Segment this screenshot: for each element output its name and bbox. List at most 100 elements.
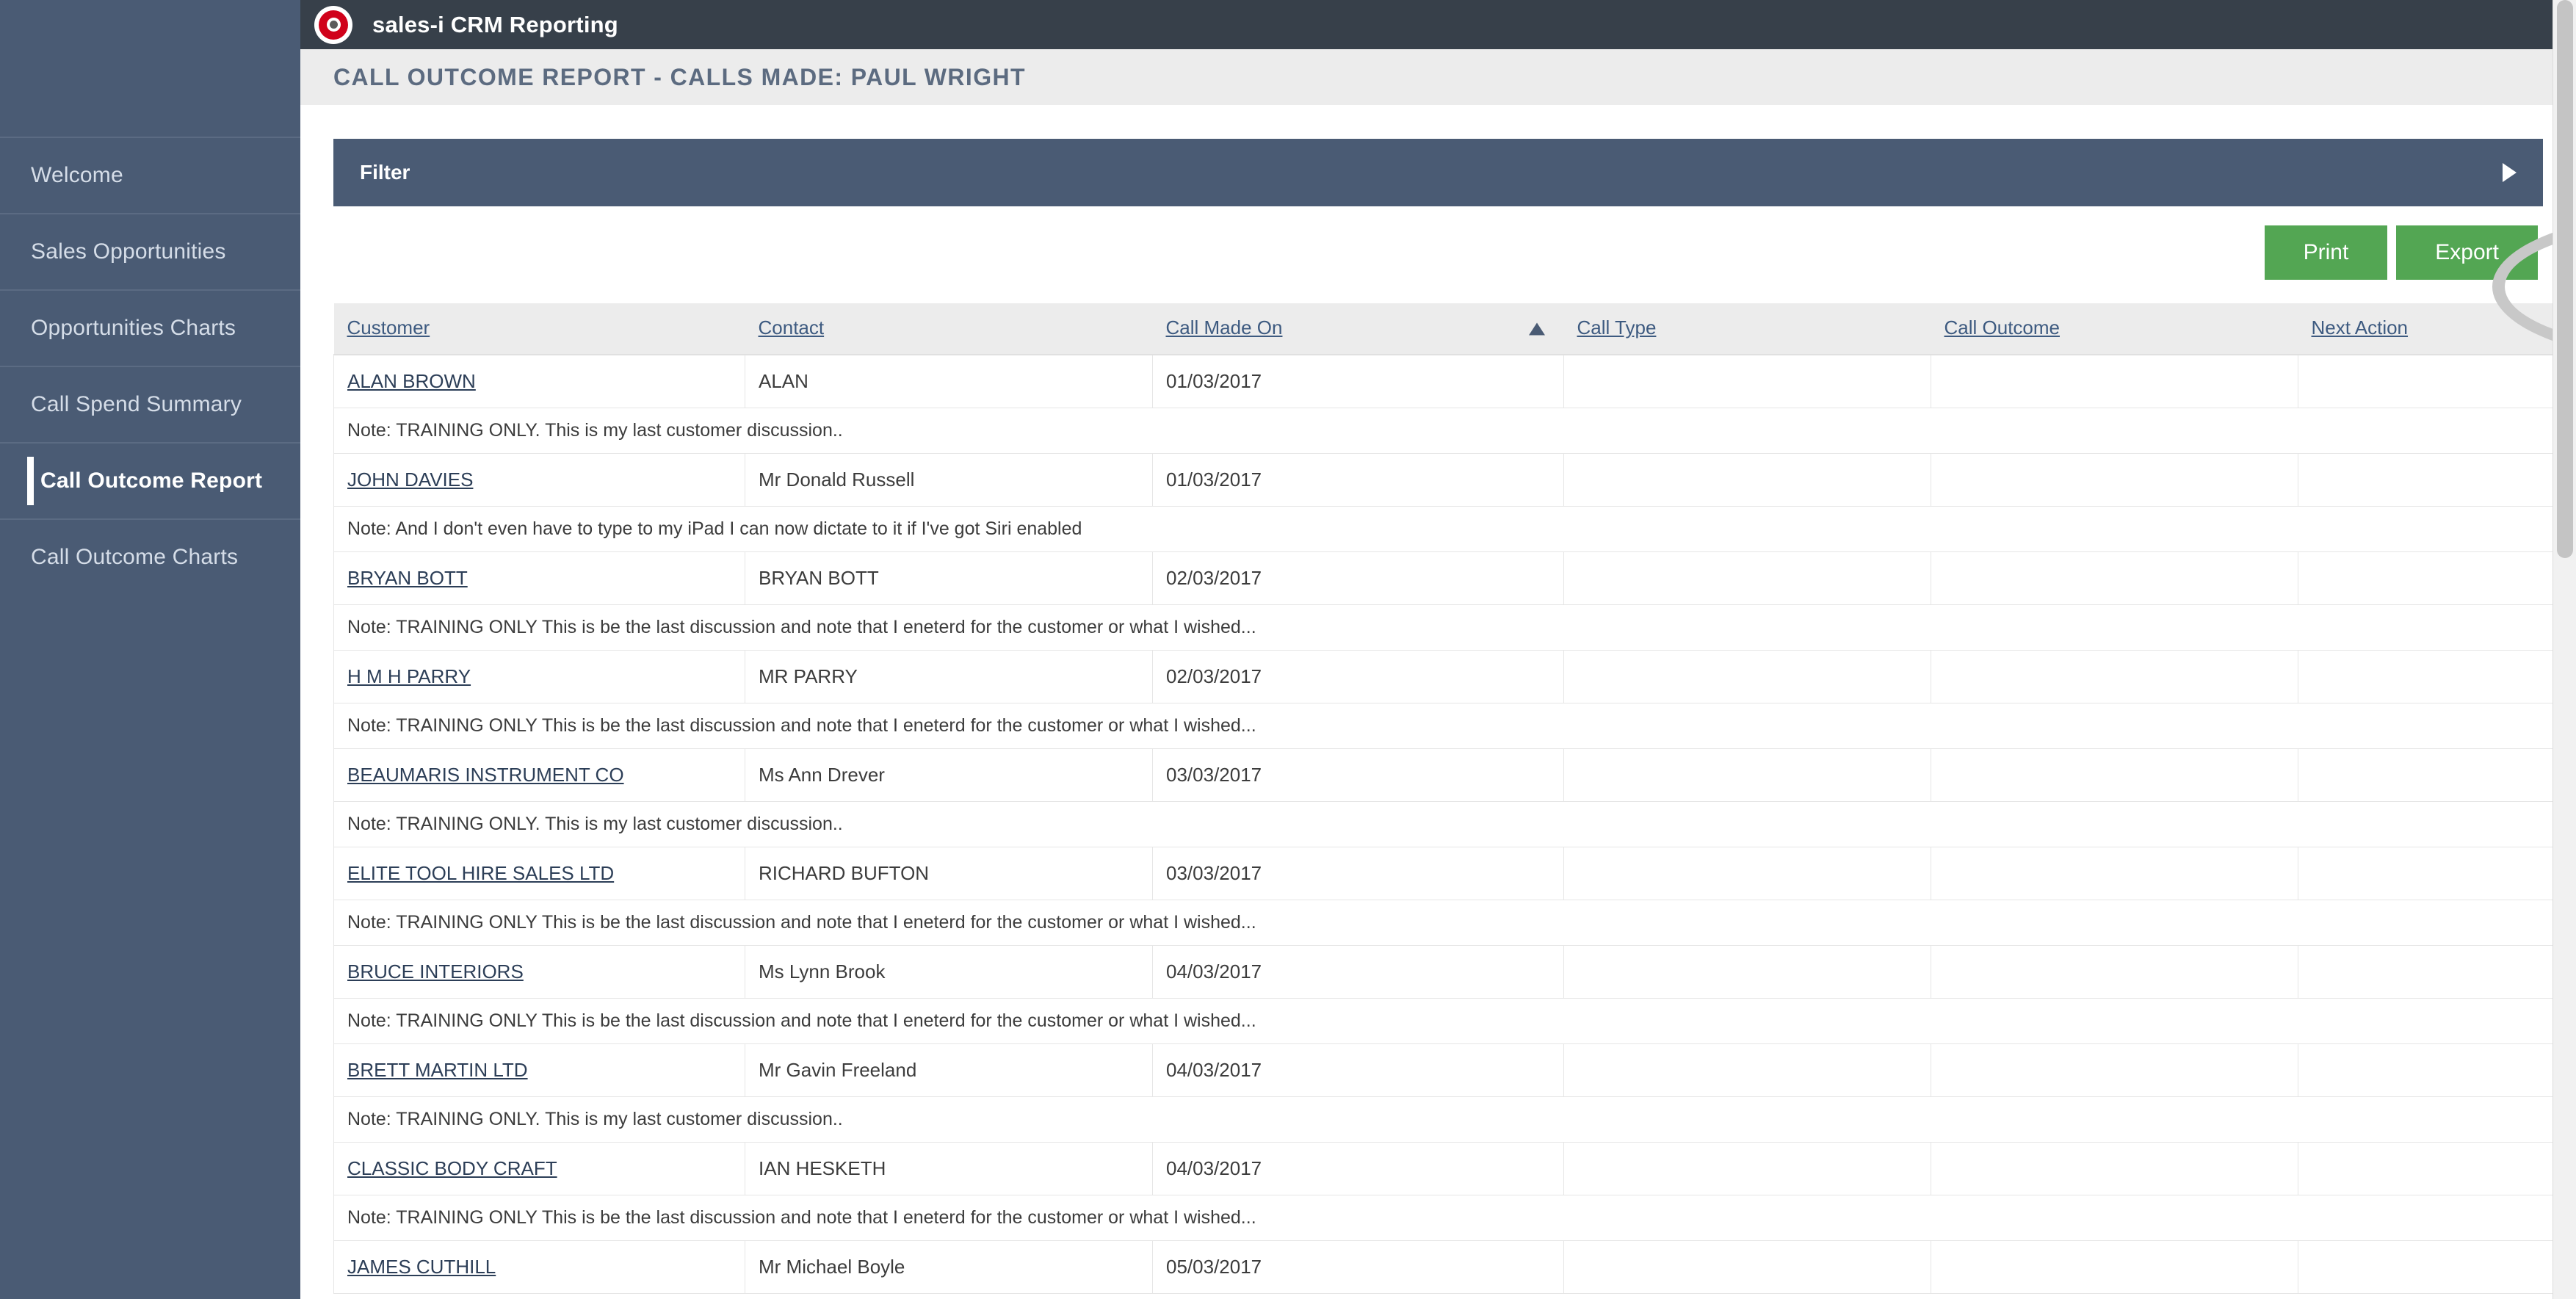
cell-call-type [1563,1043,1931,1097]
cell-call-made-on: 04/03/2017 [1152,1043,1564,1097]
column-header-call-outcome[interactable]: Call Outcome [1931,303,2298,355]
cell-contact: IAN HESKETH [745,1142,1153,1195]
cell-contact: BRYAN BOTT [745,551,1153,605]
cell-call-outcome [1931,1043,2298,1097]
cell-contact: RICHARD BUFTON [745,847,1153,900]
cell-customer: BRYAN BOTT [333,551,745,605]
table-row: BEAUMARIS INSTRUMENT CO Ms Ann Drever 03/0… [333,748,2576,802]
column-header-call-made-on[interactable]: Call Made On [1152,303,1564,355]
column-header-label[interactable]: Customer [347,316,430,339]
column-header-label[interactable]: Call Made On [1166,316,1283,339]
column-header-label[interactable]: Call Outcome [1944,316,2061,339]
note-text: Note: TRAINING ONLY This is be the last … [333,703,2576,749]
scrollbar-thumb[interactable] [2557,0,2573,558]
cell-customer: CLASSIC BODY CRAFT [333,1142,745,1195]
cell-call-type [1563,847,1931,900]
cell-contact: Ms Lynn Brook [745,945,1153,999]
column-header-label[interactable]: Call Type [1577,316,1657,339]
cell-next-action [2298,650,2576,703]
cell-contact: Mr Michael Boyle [745,1240,1153,1294]
column-header-contact[interactable]: Contact [745,303,1153,355]
export-button[interactable]: Export [2396,225,2538,280]
cell-customer: BRUCE INTERIORS [333,945,745,999]
top-bar: sales-i CRM Reporting [300,0,2576,49]
sales-i-target-logo-icon [314,5,352,44]
cell-call-made-on: 04/03/2017 [1152,945,1564,999]
customer-link[interactable]: CLASSIC BODY CRAFT [347,1157,557,1179]
customer-link[interactable]: JOHN DAVIES [347,468,473,491]
cell-call-outcome [1931,354,2298,408]
note-text: Note: TRAINING ONLY. This is my last cus… [333,408,2576,454]
note-text: Note: TRAINING ONLY This is be the last … [333,1195,2576,1241]
cell-contact: ALAN [745,354,1153,408]
column-header-label[interactable]: Contact [759,316,825,339]
cell-next-action [2298,551,2576,605]
table-row: BRETT MARTIN LTD Mr Gavin Freeland 04/03/2… [333,1043,2576,1097]
table-row: BRYAN BOTT BRYAN BOTT 02/03/2017 [333,551,2576,605]
cell-customer: H M H PARRY [333,650,745,703]
cell-call-made-on: 01/03/2017 [1152,453,1564,507]
page-title: CALL OUTCOME REPORT - CALLS MADE: PAUL W… [333,63,1026,90]
customer-link[interactable]: BRYAN BOTT [347,567,468,589]
column-header-customer[interactable]: Customer [333,303,745,355]
column-header-next-action[interactable]: Next Action [2298,303,2576,355]
cell-call-outcome [1931,551,2298,605]
column-header-call-type[interactable]: Call Type [1563,303,1931,355]
table-note-row: Note: TRAINING ONLY. This is my last cus… [333,408,2576,454]
cell-call-outcome [1931,650,2298,703]
cell-call-outcome [1931,453,2298,507]
sidebar-item-label: Call Outcome Charts [31,545,239,569]
sidebar-item-opportunities-charts[interactable]: Opportunities Charts [0,289,300,366]
cell-call-made-on: 04/03/2017 [1152,1142,1564,1195]
table-row: BRUCE INTERIORS Ms Lynn Brook 04/03/2017 [333,945,2576,999]
customer-link[interactable]: BRETT MARTIN LTD [347,1059,528,1081]
customer-link[interactable]: H M H PARRY [347,665,471,687]
print-button[interactable]: Print [2264,225,2388,280]
sidebar-item-call-spend-summary[interactable]: Call Spend Summary [0,366,300,442]
note-text: Note: TRAINING ONLY This is be the last … [333,604,2576,651]
cell-next-action [2298,1043,2576,1097]
table-note-row: Note: And I don't even have to type to m… [333,506,2576,552]
cell-call-type [1563,354,1931,408]
sidebar-item-welcome[interactable]: Welcome [0,137,300,213]
column-header-label[interactable]: Next Action [2312,316,2409,339]
sidebar-item-label: Welcome [31,163,123,187]
customer-link[interactable]: JAMES CUTHILL [347,1256,496,1278]
cell-customer: JOHN DAVIES [333,453,745,507]
cell-call-type [1563,1240,1931,1294]
cell-contact: Ms Ann Drever [745,748,1153,802]
cell-call-outcome [1931,1142,2298,1195]
cell-call-type [1563,945,1931,999]
customer-link[interactable]: BRUCE INTERIORS [347,960,524,983]
sidebar-item-call-outcome-charts[interactable]: Call Outcome Charts [0,518,300,595]
sidebar-item-sales-opportunities[interactable]: Sales Opportunities [0,213,300,289]
note-text: Note: TRAINING ONLY. This is my last cus… [333,801,2576,847]
cell-contact: MR PARRY [745,650,1153,703]
note-text: Note: And I don't even have to type to m… [333,506,2576,552]
customer-link[interactable]: BEAUMARIS INSTRUMENT CO [347,764,624,786]
filter-bar[interactable]: Filter [333,139,2543,206]
customer-link[interactable]: ALAN BROWN [347,370,476,392]
table-note-row: Note: TRAINING ONLY This is be the last … [333,900,2576,946]
cell-call-outcome [1931,847,2298,900]
cell-contact: Mr Gavin Freeland [745,1043,1153,1097]
play-right-triangle-icon[interactable] [2503,163,2517,182]
cell-customer: JAMES CUTHILL [333,1240,745,1294]
cell-call-type [1563,1142,1931,1195]
cell-call-made-on: 05/03/2017 [1152,1240,1564,1294]
cell-call-type [1563,551,1931,605]
table-row: JOHN DAVIES Mr Donald Russell 01/03/2017 [333,453,2576,507]
cell-next-action [2298,847,2576,900]
table-header-row: Customer Contact Call Made On Call Type Call… [333,303,2576,355]
cell-customer: ALAN BROWN [333,354,745,408]
cell-next-action [2298,354,2576,408]
sidebar-item-call-outcome-report[interactable]: Call Outcome Report [0,442,300,518]
call-outcome-table: Customer Contact Call Made On Call Type Call… [333,303,2576,1294]
sidebar: Welcome Sales Opportunities Opportunities … [0,0,300,1299]
table-row: ALAN BROWN ALAN 01/03/2017 [333,354,2576,408]
customer-link[interactable]: ELITE TOOL HIRE SALES LTD [347,862,614,884]
table-row: ELITE TOOL HIRE SALES LTD RICHARD BUFTON 0… [333,847,2576,900]
cell-call-made-on: 03/03/2017 [1152,847,1564,900]
caret-up-icon[interactable] [1528,322,1545,335]
vertical-scrollbar[interactable] [2553,0,2576,1299]
